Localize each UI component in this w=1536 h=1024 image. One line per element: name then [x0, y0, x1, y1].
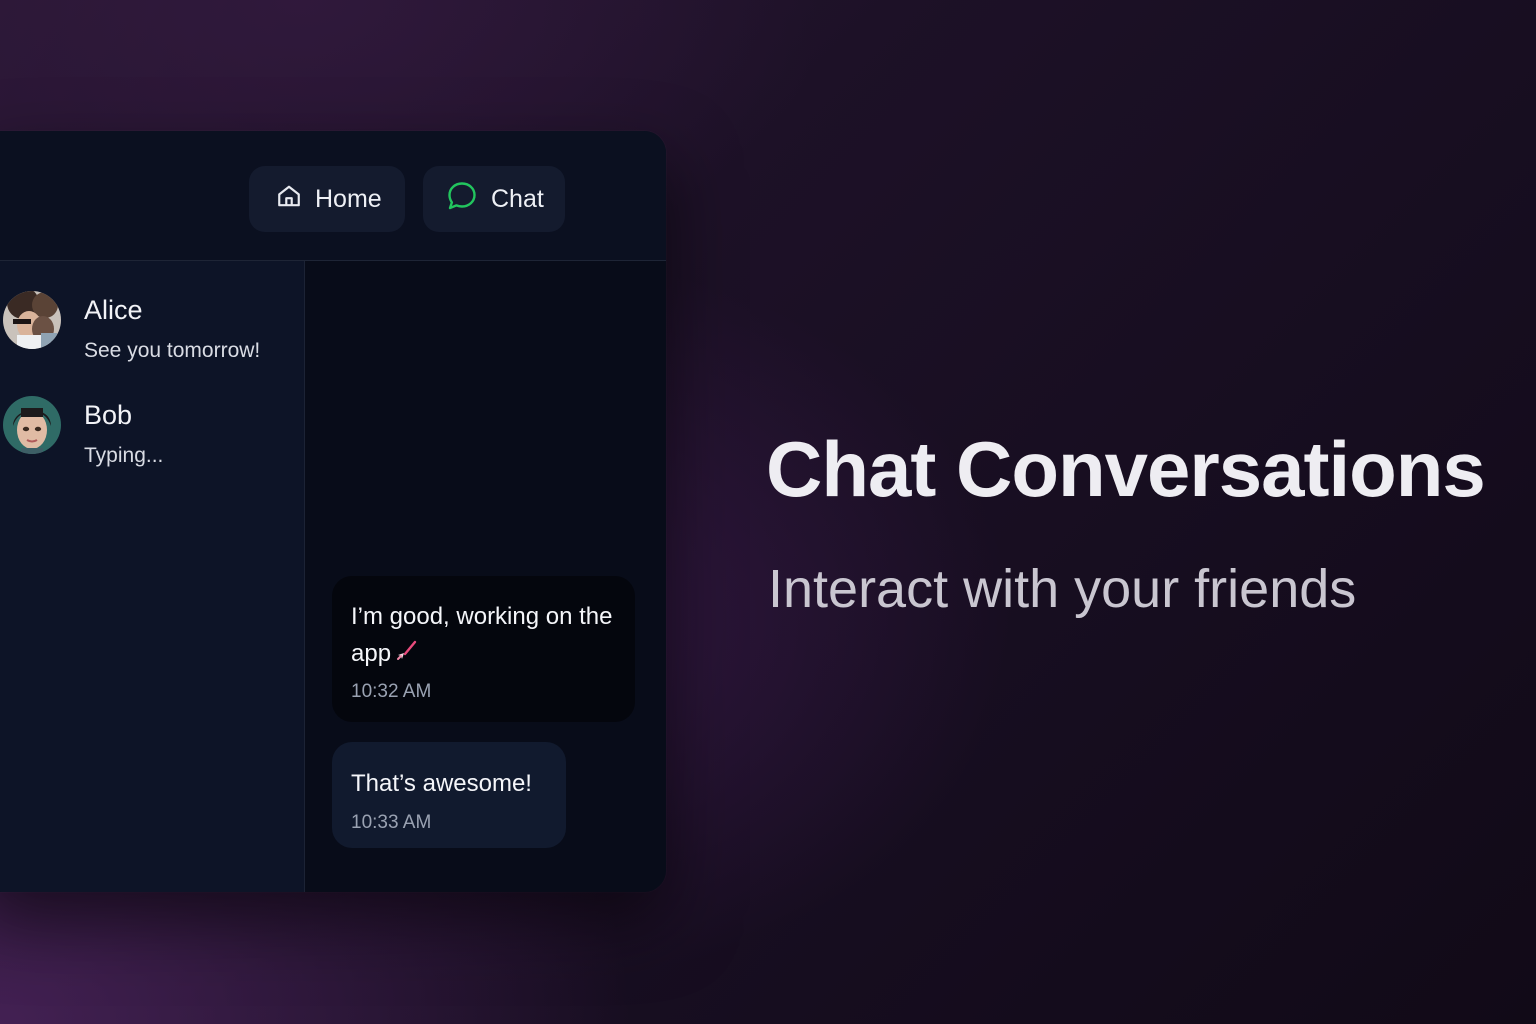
contact-preview: Typing... — [84, 444, 164, 467]
top-navigation-bar: Home Chat — [0, 131, 666, 261]
alice-avatar — [3, 291, 61, 349]
rocket-icon — [395, 636, 417, 673]
contact-name: Bob — [84, 400, 133, 430]
message-bubble: That’s awesome! 10:33 AM — [332, 742, 566, 848]
message-time: 10:33 AM — [351, 812, 432, 833]
message-text-content: I’m good, working on the app — [351, 603, 613, 667]
contact-preview: See you tomorrow! — [84, 339, 261, 362]
message-text: That’s awesome! — [351, 770, 532, 797]
nav-home-label: Home — [315, 184, 382, 213]
contact-item-bob[interactable]: Bob Typing... — [0, 386, 304, 486]
contact-item-alice[interactable]: Alice See you tomorrow! — [0, 281, 304, 381]
message-text: I’m good, working on the app — [351, 598, 617, 673]
contacts-sidebar: Alice See you tomorrow! Bob Typing... — [0, 261, 305, 892]
message-thread: I’m good, working on the app 10:32 AM Th… — [305, 261, 666, 892]
nav-chat-button[interactable]: Chat — [423, 166, 565, 232]
contact-name: Alice — [84, 295, 143, 325]
message-time: 10:32 AM — [351, 681, 432, 703]
hero-title: Chat Conversations — [766, 425, 1486, 513]
nav-chat-label: Chat — [491, 184, 544, 213]
chat-app-window: Home Chat Alice See you tomorrow! Bob Ty… — [0, 131, 666, 892]
hero-subtitle: Interact with your friends — [768, 559, 1357, 619]
chat-bubble-icon — [446, 180, 478, 219]
home-icon — [276, 183, 302, 216]
nav-home-button[interactable]: Home — [249, 166, 405, 232]
bob-avatar — [3, 396, 61, 454]
message-bubble: I’m good, working on the app 10:32 AM — [332, 576, 635, 722]
